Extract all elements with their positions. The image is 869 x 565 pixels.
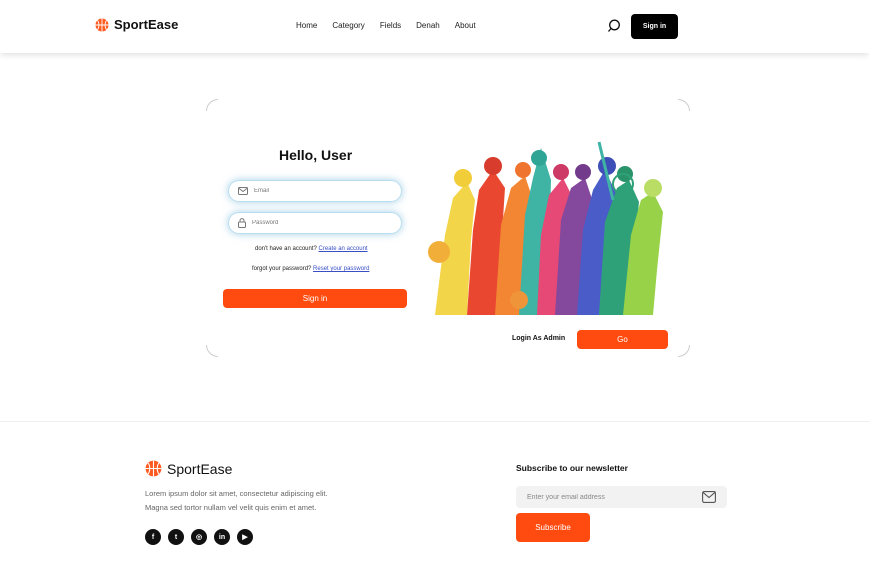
card-corner: [678, 99, 690, 111]
signin-button-top[interactable]: Sign in: [631, 14, 678, 39]
admin-go-button[interactable]: Go: [577, 330, 668, 349]
create-account-link[interactable]: Create an account: [319, 246, 368, 252]
no-account-text: don't have an account?: [255, 246, 317, 252]
linkedin-icon[interactable]: in: [214, 529, 230, 545]
basketball-icon: [95, 18, 109, 31]
newsletter-title: Subscribe to our newsletter: [516, 463, 628, 473]
signin-button[interactable]: Sign in: [223, 289, 407, 308]
brand-logo[interactable]: SportEase: [95, 17, 178, 32]
nav-fields[interactable]: Fields: [380, 21, 401, 30]
search-icon[interactable]: [607, 19, 621, 33]
email-input[interactable]: [254, 188, 384, 194]
newsletter-field[interactable]: [516, 486, 727, 508]
reset-hint: forgot your password? Reset your passwor…: [252, 266, 369, 272]
instagram-icon[interactable]: ◎: [191, 529, 207, 545]
mail-icon: [702, 491, 716, 503]
footer-description: Lorem ipsum dolor sit amet, consectetur …: [145, 487, 375, 515]
footer-description-line: Lorem ipsum dolor sit amet, consectetur …: [145, 489, 328, 498]
card-corner: [678, 345, 690, 357]
admin-login-label: Login As Admin: [512, 335, 566, 342]
lock-icon: [238, 218, 246, 228]
social-links: f t ◎ in ▶: [145, 529, 253, 545]
main-menu: Home Category Fields Denah About: [296, 21, 476, 30]
brand-name: SportEase: [114, 17, 179, 32]
nav-denah[interactable]: Denah: [416, 21, 440, 30]
forgot-text: forgot your password?: [252, 266, 312, 272]
facebook-icon[interactable]: f: [145, 529, 161, 545]
newsletter-email-input[interactable]: [527, 493, 697, 501]
password-field[interactable]: [228, 212, 402, 234]
signup-hint: don't have an account? Create an account: [255, 246, 368, 252]
card-corner: [206, 345, 218, 357]
footer-divider: [0, 421, 869, 422]
card-corner: [206, 99, 218, 111]
footer-brand-name: SportEase: [167, 460, 233, 477]
nav-home[interactable]: Home: [296, 21, 317, 30]
basketball-icon: [145, 460, 162, 477]
mail-icon: [238, 187, 248, 195]
sports-illustration: [428, 141, 663, 315]
login-heading: Hello, User: [279, 147, 353, 163]
nav-category[interactable]: Category: [332, 21, 364, 30]
youtube-icon[interactable]: ▶: [237, 529, 253, 545]
nav-about[interactable]: About: [455, 21, 476, 30]
footer-description-line: Magna sed tortor nullam vel velit quis e…: [145, 503, 317, 512]
email-field[interactable]: [228, 180, 402, 202]
twitter-icon[interactable]: t: [168, 529, 184, 545]
footer-brand[interactable]: SportEase: [145, 460, 232, 477]
subscribe-button[interactable]: Subscribe: [516, 513, 590, 542]
reset-password-link[interactable]: Reset your password: [313, 266, 369, 272]
top-navbar: SportEase Home Category Fields Denah Abo…: [0, 0, 869, 53]
password-input[interactable]: [252, 220, 382, 226]
